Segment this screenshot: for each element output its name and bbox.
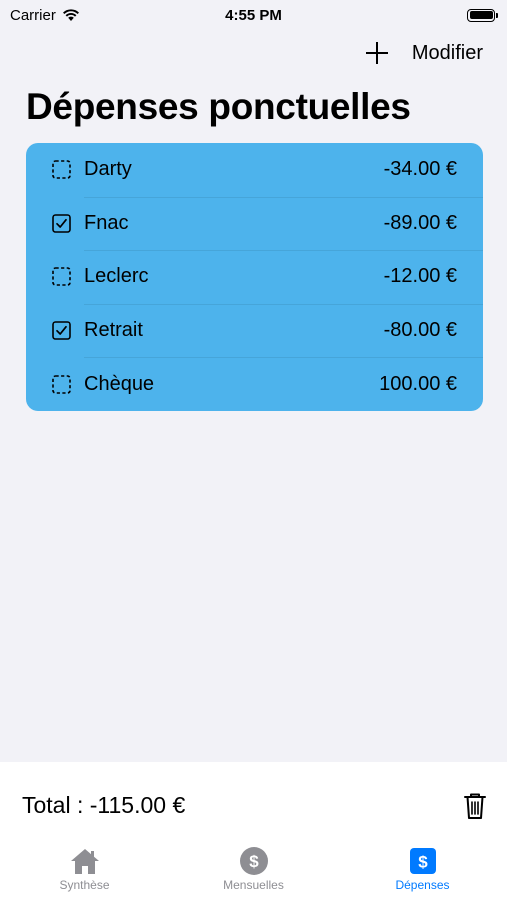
svg-text:$: $ <box>418 853 428 872</box>
list-item-label: Retrait <box>84 319 143 342</box>
list-item[interactable]: Darty -34.00 € <box>26 143 483 197</box>
page-title: Dépenses ponctuelles <box>26 86 411 127</box>
list-item-label: Chèque <box>84 372 155 395</box>
tab-label-synthese: Synthèse <box>59 878 110 892</box>
total-label: Total : -115.00 € <box>22 792 186 818</box>
list-item[interactable]: Fnac -89.00 € <box>26 196 483 251</box>
battery-icon <box>467 8 498 22</box>
unchecked-checkbox-icon[interactable] <box>52 374 71 394</box>
tab-label-mensuelles: Mensuelles <box>223 878 284 892</box>
list-item-amount: 100.00 € <box>379 372 457 395</box>
list-item-label: Darty <box>84 158 132 181</box>
checked-checkbox-icon[interactable] <box>52 214 71 233</box>
tab-mensuelles[interactable]: $ Mensuelles <box>169 846 338 900</box>
expense-list: Darty -34.00 € Fnac -89.00 € Leclerc -12.00 €… <box>26 143 483 411</box>
trash-icon[interactable] <box>463 792 487 820</box>
unchecked-checkbox-icon[interactable] <box>52 267 71 287</box>
status-left: Carrier <box>10 7 80 24</box>
list-item-amount: -34.00 € <box>383 158 457 181</box>
list-item-amount: -89.00 € <box>383 211 457 234</box>
status-time: 4:55 PM <box>225 6 282 24</box>
edit-button[interactable]: Modifier <box>412 42 483 65</box>
footer: Total : -115.00 € Synthèse $ Mensuelles … <box>0 762 507 900</box>
plus-icon[interactable] <box>364 40 390 66</box>
tab-synthese[interactable]: Synthèse <box>0 846 169 900</box>
svg-text:$: $ <box>249 852 259 871</box>
nav-bar: Modifier <box>364 34 483 72</box>
tab-bar: Synthèse $ Mensuelles $ Dépenses <box>0 846 507 900</box>
list-item-label: Leclerc <box>84 265 149 288</box>
tab-label-depenses: Dépenses <box>395 878 450 892</box>
dollar-square-icon: $ <box>407 846 439 876</box>
house-icon <box>69 846 101 876</box>
tab-depenses[interactable]: $ Dépenses <box>338 846 507 900</box>
unchecked-checkbox-icon[interactable] <box>52 160 71 180</box>
list-item-label: Fnac <box>84 211 129 234</box>
list-item-amount: -80.00 € <box>383 319 457 342</box>
list-item[interactable]: Chèque 100.00 € <box>26 357 483 411</box>
list-item[interactable]: Leclerc -12.00 € <box>26 250 483 304</box>
list-item[interactable]: Retrait -80.00 € <box>26 303 483 358</box>
dollar-circle-icon: $ <box>238 846 270 876</box>
carrier-label: Carrier <box>10 6 56 24</box>
checked-checkbox-icon[interactable] <box>52 321 71 340</box>
list-item-amount: -12.00 € <box>383 265 457 288</box>
wifi-icon <box>62 9 79 21</box>
status-bar: Carrier 4:55 PM <box>0 0 507 30</box>
